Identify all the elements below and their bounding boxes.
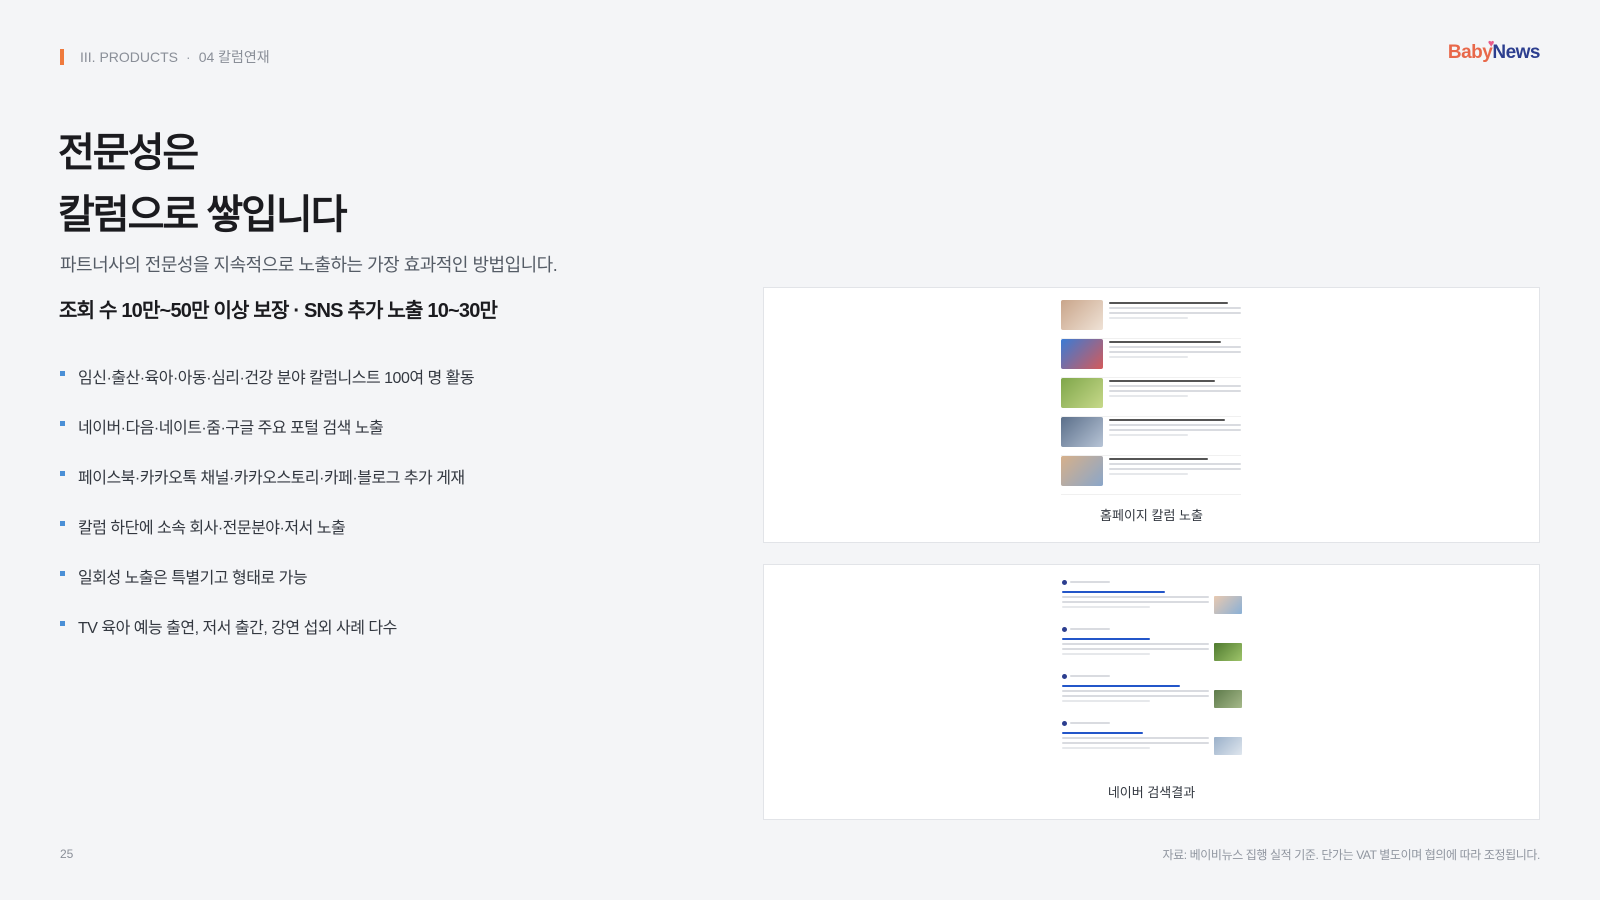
list-item-text: 임신·출산·육아·아동·심리·건강 분야 칼럼니스트 100여 명 활동 [78, 370, 475, 387]
homepage-column-card: 홈페이지 칼럼 노출 [763, 287, 1540, 543]
bullet-icon [60, 371, 65, 376]
result-thumbnail [1214, 643, 1242, 661]
breadcrumb: III. PRODUCTS · 04 칼럼연재 [60, 47, 270, 67]
naver-search-screenshot [1062, 579, 1242, 767]
bullet-icon [60, 571, 65, 576]
list-item: 임신·출산·육아·아동·심리·건강 분야 칼럼니스트 100여 명 활동 [60, 364, 475, 414]
column-list-item [1061, 300, 1241, 339]
logo-baby-text: Baby [1447, 42, 1493, 63]
naver-search-caption: 네이버 검색결과 [1107, 785, 1196, 800]
column-list-item [1061, 378, 1241, 417]
column-thumbnail [1061, 339, 1103, 369]
breadcrumb-subsection: 04 칼럼연재 [198, 49, 270, 65]
breadcrumb-section: III. PRODUCTS [80, 49, 179, 65]
list-item-text: 칼럼 하단에 소속 회사·전문분야·저서 노출 [78, 520, 346, 537]
column-list-item [1061, 456, 1241, 495]
column-thumbnail [1061, 456, 1103, 486]
result-thumbnail [1214, 596, 1242, 614]
search-result-item [1062, 579, 1242, 626]
bullet-icon [60, 621, 65, 626]
title-line-1: 전문성은 [58, 131, 199, 175]
homepage-column-screenshot [1061, 300, 1241, 495]
result-thumbnail [1214, 690, 1242, 708]
column-thumbnail [1061, 378, 1103, 408]
naver-search-card: 네이버 검색결과 [763, 564, 1540, 820]
search-result-item [1062, 720, 1242, 767]
babynews-logo: ♥ Baby News [1447, 38, 1541, 64]
logo-news-text: News [1492, 42, 1540, 63]
bullet-icon [60, 471, 65, 476]
column-list-item [1061, 339, 1241, 378]
column-thumbnail [1061, 300, 1103, 330]
list-item-text: TV 육아 예능 출연, 저서 출간, 강연 섭외 사례 다수 [78, 620, 397, 637]
result-thumbnail [1214, 737, 1242, 755]
search-result-item [1062, 673, 1242, 720]
list-item: 네이버·다음·네이트·줌·구글 주요 포털 검색 노출 [60, 414, 474, 464]
heart-icon: ♥ [1487, 38, 1495, 50]
list-item-text: 페이스북·카카오톡 채널·카카오스토리·카페·블로그 추가 게재 [78, 470, 465, 487]
page-subtitle: 파트너사의 전문성을 지속적으로 노출하는 가장 효과적인 방법입니다. [60, 255, 558, 275]
highlight-stat: 조회 수 10만~50만 이상 보장 · SNS 추가 노출 10~30만 [59, 300, 498, 322]
list-item-text: 네이버·다음·네이트·줌·구글 주요 포털 검색 노출 [78, 420, 384, 437]
homepage-column-caption: 홈페이지 칼럼 노출 [1100, 508, 1203, 523]
column-list-item [1061, 417, 1241, 456]
list-item-text: 일회성 노출은 특별기고 형태로 가능 [78, 570, 308, 587]
source-footnote: 자료: 베이비뉴스 집행 실적 기준. 단가는 VAT 별도이며 협의에 따라 … [1162, 848, 1541, 862]
breadcrumb-separator: · [186, 49, 191, 65]
bullet-icon [60, 421, 65, 426]
list-item: 칼럼 하단에 소속 회사·전문분야·저서 노출 [60, 514, 474, 564]
column-thumbnail [1061, 417, 1103, 447]
list-item: 페이스북·카카오톡 채널·카카오스토리·카페·블로그 추가 게재 [60, 464, 474, 514]
accent-bar [60, 49, 64, 65]
bullet-icon [60, 521, 65, 526]
list-item: TV 육아 예능 출연, 저서 출간, 강연 섭외 사례 다수 [60, 614, 474, 664]
page-number: 25 [60, 847, 74, 861]
search-result-item [1062, 626, 1242, 673]
list-item: 일회성 노출은 특별기고 형태로 가능 [60, 564, 474, 614]
feature-list: 임신·출산·육아·아동·심리·건강 분야 칼럼니스트 100여 명 활동 네이버… [60, 364, 475, 664]
title-line-2: 칼럼으로 쌓입니다 [58, 193, 348, 237]
page-title: 전문성은 칼럼으로 쌓입니다 [58, 122, 348, 246]
